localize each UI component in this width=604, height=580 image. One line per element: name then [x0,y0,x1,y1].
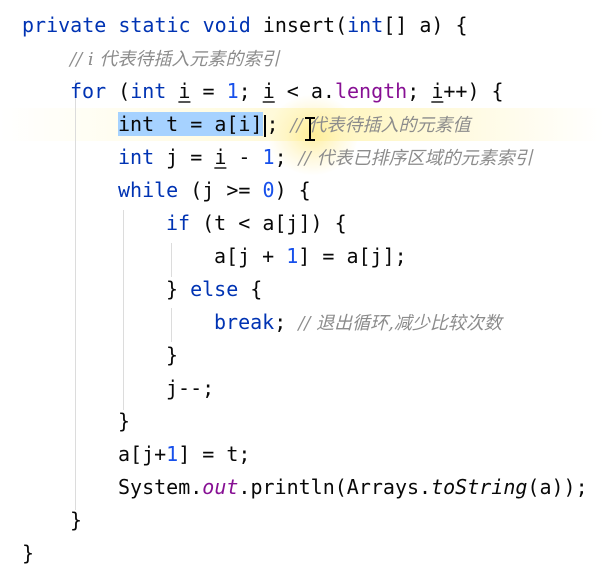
static-field: out [202,475,239,499]
method-signature: insert( [250,13,348,37]
keyword: if [166,211,191,235]
comment: // 代表已排序区域的元素索引 [298,148,533,169]
static-method: toString [431,475,528,499]
code-line-10[interactable]: break; // 退出循环,减少比较次数 [0,306,604,339]
code-line-8[interactable]: a[j + 1] = a[j]; [0,240,604,273]
keyword: else [190,277,239,301]
code-line-6[interactable]: while (j >= 0) { [0,174,604,207]
code-line-13[interactable]: } [0,405,604,438]
keyword: while [118,178,179,202]
variable: i [214,145,227,169]
keyword: for [70,79,107,103]
variable: i [178,79,191,103]
code-line-12[interactable]: j--; [0,372,604,405]
code-line-11[interactable]: } [0,339,604,372]
code-line-5[interactable]: int j = i - 1; // 代表已排序区域的元素索引 [0,141,604,174]
code-line-14[interactable]: a[j+1] = t; [0,438,604,471]
field: length [334,79,408,103]
keyword: private [22,13,107,37]
number: 0 [262,178,275,202]
keyword: int [118,145,155,169]
comment: // 退出循环,减少比较次数 [298,313,502,334]
code-line-1[interactable]: private static void insert(int[] a) { [0,9,604,42]
code-line-16[interactable]: } [0,504,604,537]
number: 1 [226,79,239,103]
text-caret [263,114,266,137]
variable: i [431,79,444,103]
keyword: void [202,13,251,37]
code-line-3[interactable]: for (int i = 1; i < a.length; i++) { [0,75,604,108]
keyword: break [214,310,275,334]
i-beam-cursor-icon [305,117,315,141]
text-selection[interactable]: int t = a[i] [118,112,263,136]
code-line-2[interactable]: // i 代表待插入元素的索引 [0,42,604,75]
code-line-4[interactable]: int t = a[i]; // 代表待插入的元素值 [0,108,604,141]
keyword: static [118,13,191,37]
code-line-15[interactable]: System.out.println(Arrays.toString(a)); [0,471,604,504]
code-line-7[interactable]: if (t < a[j]) { [0,207,604,240]
number: 1 [262,145,275,169]
keyword: int [347,13,384,37]
code-line-17[interactable]: } [0,537,604,570]
variable: i [262,79,275,103]
code-line-9[interactable]: } else { [0,273,604,306]
code-editor[interactable]: private static void insert(int[] a) { //… [0,0,604,580]
number: 1 [166,442,179,466]
number: 1 [286,244,299,268]
keyword: int [130,79,167,103]
comment: // 代表待插入的元素值 [290,115,471,136]
comment: // i 代表待插入元素的索引 [70,49,280,70]
